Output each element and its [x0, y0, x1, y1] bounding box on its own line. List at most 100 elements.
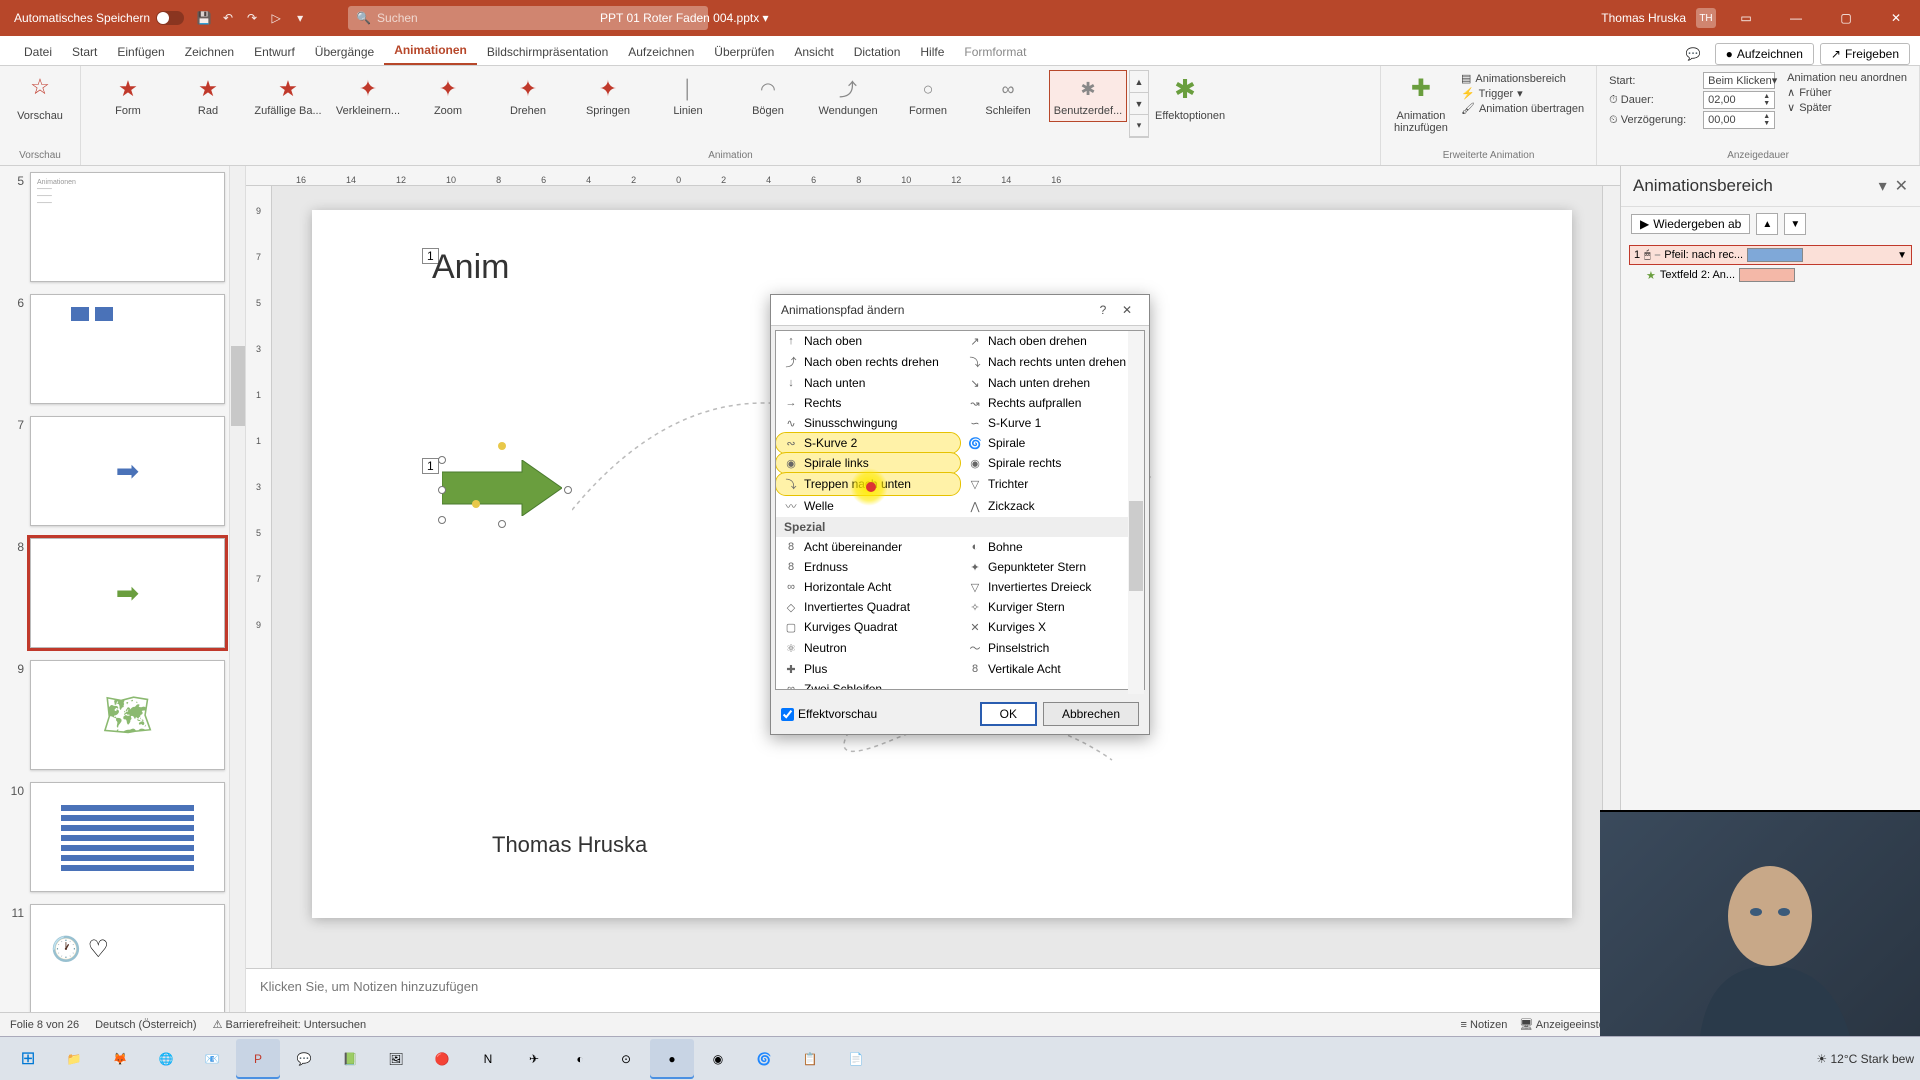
tab-zeichnen[interactable]: Zeichnen — [175, 39, 244, 65]
notes-toggle[interactable]: ≡ Notizen — [1461, 1019, 1508, 1031]
path-invertiertes-dreieck[interactable]: ▽Invertiertes Dreieck — [960, 577, 1144, 597]
animation-pane-button[interactable]: ▤ Animationsbereich — [1461, 72, 1584, 85]
path-kurviges-quadrat[interactable]: ▢Kurviges Quadrat — [776, 617, 960, 637]
firefox-icon[interactable]: 🦊 — [98, 1039, 142, 1079]
qat-more-icon[interactable]: ▾ — [292, 10, 308, 26]
gallery-formen[interactable]: ○Formen — [889, 70, 967, 122]
thumbnail-6[interactable] — [30, 294, 225, 404]
app-icon[interactable]: 📄 — [834, 1039, 878, 1079]
tab-datei[interactable]: Datei — [14, 39, 62, 65]
path-trichter[interactable]: ▽Trichter — [960, 473, 1144, 495]
path-erdnuss[interactable]: 8Erdnuss — [776, 557, 960, 577]
onenote-icon[interactable]: N — [466, 1039, 510, 1079]
green-arrow-shape[interactable] — [442, 460, 562, 516]
ribbon-display-icon[interactable]: ▭ — [1726, 0, 1766, 36]
dialog-close-icon[interactable]: ✕ — [1115, 303, 1139, 317]
tab-ansicht[interactable]: Ansicht — [784, 39, 843, 65]
tab-ueberpruefen[interactable]: Überprüfen — [704, 39, 784, 65]
minimize-icon[interactable]: — — [1776, 0, 1816, 36]
effect-options-button[interactable]: ✱ Effektoptionen — [1153, 70, 1217, 126]
selection-handle[interactable] — [438, 486, 446, 494]
undo-icon[interactable]: ↶ — [220, 10, 236, 26]
pane-options-icon[interactable]: ▾ — [1879, 176, 1887, 196]
item-dropdown-icon[interactable]: ▼ — [1897, 250, 1907, 261]
play-from-button[interactable]: ▶ Wiedergeben ab — [1631, 214, 1750, 234]
author-text[interactable]: Thomas Hruska — [492, 832, 647, 858]
path-s-kurve-2[interactable]: ∾S-Kurve 2 — [776, 433, 960, 453]
path-spirale-links[interactable]: ◉Spirale links — [776, 453, 960, 473]
comments-icon[interactable]: 💬 — [1678, 43, 1709, 65]
path-nach-oben-drehen[interactable]: ↗Nach oben drehen — [960, 331, 1144, 351]
duration-field[interactable]: 02,00▲▼ — [1703, 91, 1775, 109]
gallery-rad[interactable]: ★Rad — [169, 70, 247, 122]
dialog-list[interactable]: ↑Nach oben ↗Nach oben drehen ⤴Nach oben … — [775, 330, 1145, 690]
system-tray[interactable]: ☀ 12°C Stark bew — [1816, 1052, 1914, 1066]
path-bohne[interactable]: ◐Bohne — [960, 537, 1144, 557]
gallery-drehen[interactable]: ✦Drehen — [489, 70, 567, 122]
app-icon[interactable]: 💬 — [282, 1039, 326, 1079]
user-avatar[interactable]: TH — [1696, 8, 1716, 28]
path-spirale-rechts[interactable]: ◉Spirale rechts — [960, 453, 1144, 473]
gallery-up-icon[interactable]: ▲ — [1130, 71, 1148, 93]
cancel-button[interactable]: Abbrechen — [1043, 702, 1139, 726]
move-up-button[interactable]: ▲ — [1756, 213, 1778, 235]
timing-bar[interactable] — [1739, 268, 1795, 282]
slide-title[interactable]: Anim — [432, 248, 509, 287]
tab-aufzeichnen[interactable]: Aufzeichnen — [618, 39, 704, 65]
thumbnail-8[interactable]: ➡ — [30, 538, 225, 648]
move-down-button[interactable]: ▼ — [1784, 213, 1806, 235]
tab-formformat[interactable]: Formformat — [954, 39, 1036, 65]
ok-button[interactable]: OK — [980, 702, 1037, 726]
thumbnail-10[interactable] — [30, 782, 225, 892]
path-rechts-aufprallen[interactable]: ↝Rechts aufprallen — [960, 393, 1144, 413]
notes-pane[interactable]: Klicken Sie, um Notizen hinzuzufügen — [246, 968, 1620, 1012]
tab-start[interactable]: Start — [62, 39, 107, 65]
start-dropdown[interactable]: Beim Klicken▾ — [1703, 72, 1775, 89]
path-zwei-schleifen[interactable]: ∞Zwei Schleifen — [776, 679, 960, 690]
tab-hilfe[interactable]: Hilfe — [910, 39, 954, 65]
gallery-zufaellige[interactable]: ★Zufällige Ba... — [249, 70, 327, 122]
animation-item-1[interactable]: 1 🖱 ⎯ Pfeil: nach rec... ▼ — [1629, 245, 1912, 265]
chrome-icon[interactable]: 🌐 — [144, 1039, 188, 1079]
move-earlier-button[interactable]: ∧ Früher — [1787, 86, 1907, 99]
weather-widget[interactable]: ☀ 12°C Stark bew — [1816, 1052, 1914, 1066]
delay-field[interactable]: 00,00▲▼ — [1703, 111, 1775, 129]
tab-bildschirmpraesentation[interactable]: Bildschirmpräsentation — [477, 39, 618, 65]
path-plus[interactable]: ✚Plus — [776, 659, 960, 679]
slide-thumbnails[interactable]: 5Animationen───────── 6 7➡ 8➡ 9🗺 10 11🕐 … — [0, 166, 230, 1012]
path-s-kurve-1[interactable]: ∽S-Kurve 1 — [960, 413, 1144, 433]
gallery-springen[interactable]: ✦Springen — [569, 70, 647, 122]
gallery-zoom[interactable]: ✦Zoom — [409, 70, 487, 122]
language-indicator[interactable]: Deutsch (Österreich) — [95, 1019, 196, 1031]
app-icon[interactable]: ◐ — [558, 1039, 602, 1079]
autosave-toggle[interactable]: Automatisches Speichern — [14, 11, 184, 25]
start-button[interactable]: ⊞ — [6, 1039, 50, 1079]
adjust-handle[interactable] — [472, 500, 480, 508]
selection-handle[interactable] — [498, 520, 506, 528]
document-title[interactable]: PPT 01 Roter Faden 004.pptx ▾ — [600, 11, 769, 25]
timing-bar[interactable] — [1747, 248, 1803, 262]
path-vertikale-acht[interactable]: 8Vertikale Acht — [960, 659, 1144, 679]
thumbnail-11[interactable]: 🕐 ♡ — [30, 904, 225, 1012]
add-animation-button[interactable]: ✚ Animation hinzufügen — [1389, 70, 1453, 138]
path-gepunkteter-stern[interactable]: ✦Gepunkteter Stern — [960, 557, 1144, 577]
accessibility-checker[interactable]: ⚠ Barrierefreiheit: Untersuchen — [213, 1018, 367, 1031]
gallery-down-icon[interactable]: ▼ — [1130, 93, 1148, 115]
tab-animationen[interactable]: Animationen — [384, 37, 477, 65]
telegram-icon[interactable]: ✈ — [512, 1039, 556, 1079]
animation-seq-tag[interactable]: 1 — [422, 458, 439, 474]
maximize-icon[interactable]: ▢ — [1826, 0, 1866, 36]
effect-preview-checkbox[interactable]: Effektvorschau — [781, 707, 877, 721]
gallery-wendungen[interactable]: ⤴Wendungen — [809, 70, 887, 122]
path-horizontale-acht[interactable]: ∞Horizontale Acht — [776, 577, 960, 597]
path-acht-uebereinander[interactable]: 8Acht übereinander — [776, 537, 960, 557]
pane-close-icon[interactable]: ✕ — [1895, 176, 1908, 196]
gallery-scroll[interactable]: ▲ ▼ ▾ — [1129, 70, 1149, 138]
tab-dictation[interactable]: Dictation — [844, 39, 911, 65]
user-name[interactable]: Thomas Hruska — [1601, 11, 1686, 25]
animation-painter-button[interactable]: 🖌 Animation übertragen — [1461, 102, 1584, 115]
thumbnail-9[interactable]: 🗺 — [30, 660, 225, 770]
edge-icon[interactable]: 🌀 — [742, 1039, 786, 1079]
app-icon[interactable]: ● — [650, 1039, 694, 1079]
app-icon[interactable]: 🔴 — [420, 1039, 464, 1079]
